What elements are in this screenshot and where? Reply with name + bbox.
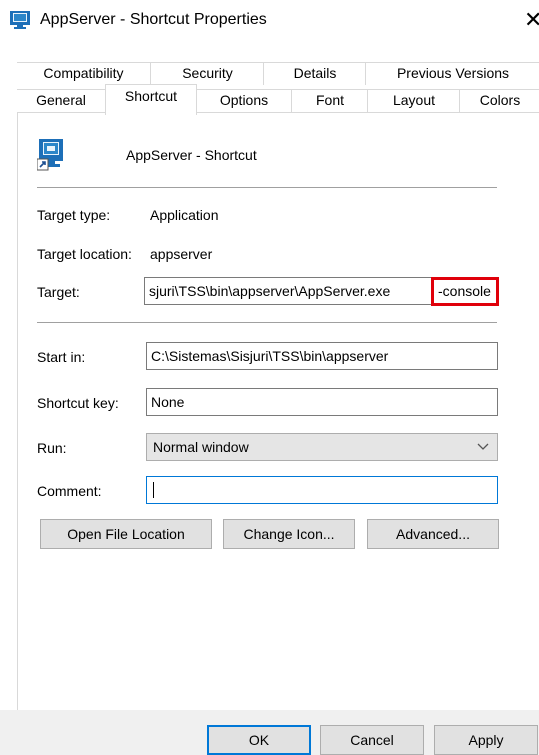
target-input[interactable]: sjuri\TSS\bin\appserver\AppServer.exe — [144, 277, 432, 305]
target-location-label: Target location: — [37, 246, 132, 262]
text-cursor — [153, 482, 154, 498]
target-label: Target: — [37, 284, 80, 300]
apply-button[interactable]: Apply — [434, 725, 538, 755]
divider — [37, 187, 497, 188]
target-location-value: appserver — [150, 246, 213, 262]
window-title: AppServer - Shortcut Properties — [40, 11, 267, 28]
tab-colors[interactable]: Colors — [459, 89, 539, 112]
target-type-value: Application — [150, 207, 219, 223]
chevron-down-icon — [477, 434, 489, 468]
tab-general[interactable]: General — [17, 89, 105, 112]
tab-font[interactable]: Font — [291, 89, 368, 112]
comment-label: Comment: — [37, 483, 102, 499]
open-file-location-button[interactable]: Open File Location — [40, 519, 212, 549]
run-select[interactable]: Normal window — [146, 433, 498, 461]
shortcut-key-input[interactable]: None — [146, 388, 498, 416]
change-icon-button[interactable]: Change Icon... — [223, 519, 355, 549]
title-bar: AppServer - Shortcut Properties ✕ — [0, 0, 539, 44]
app-title-icon — [10, 11, 30, 29]
run-select-value: Normal window — [153, 439, 249, 455]
target-type-label: Target type: — [37, 207, 111, 223]
shortcut-app-icon — [36, 139, 65, 171]
close-icon[interactable]: ✕ — [524, 6, 539, 34]
tab-shortcut[interactable]: Shortcut — [105, 84, 197, 115]
start-in-label: Start in: — [37, 349, 86, 365]
tab-details[interactable]: Details — [263, 62, 366, 85]
comment-input[interactable] — [146, 476, 498, 504]
advanced-button[interactable]: Advanced... — [367, 519, 499, 549]
target-console-highlight: -console — [431, 277, 499, 306]
tab-previous-versions[interactable]: Previous Versions — [365, 62, 539, 85]
run-label: Run: — [37, 440, 67, 456]
shortcut-key-label: Shortcut key: — [37, 395, 119, 411]
tab-options[interactable]: Options — [195, 89, 292, 112]
start-in-input[interactable]: C:\Sistemas\Sisjuri\TSS\bin\appserver — [146, 342, 498, 370]
shortcut-name: AppServer - Shortcut — [126, 147, 257, 163]
tab-security[interactable]: Security — [150, 62, 264, 85]
cancel-button[interactable]: Cancel — [320, 725, 424, 755]
ok-button[interactable]: OK — [207, 725, 311, 755]
tab-layout[interactable]: Layout — [367, 89, 460, 112]
divider — [37, 322, 497, 323]
tab-compatibility[interactable]: Compatibility — [17, 62, 150, 85]
